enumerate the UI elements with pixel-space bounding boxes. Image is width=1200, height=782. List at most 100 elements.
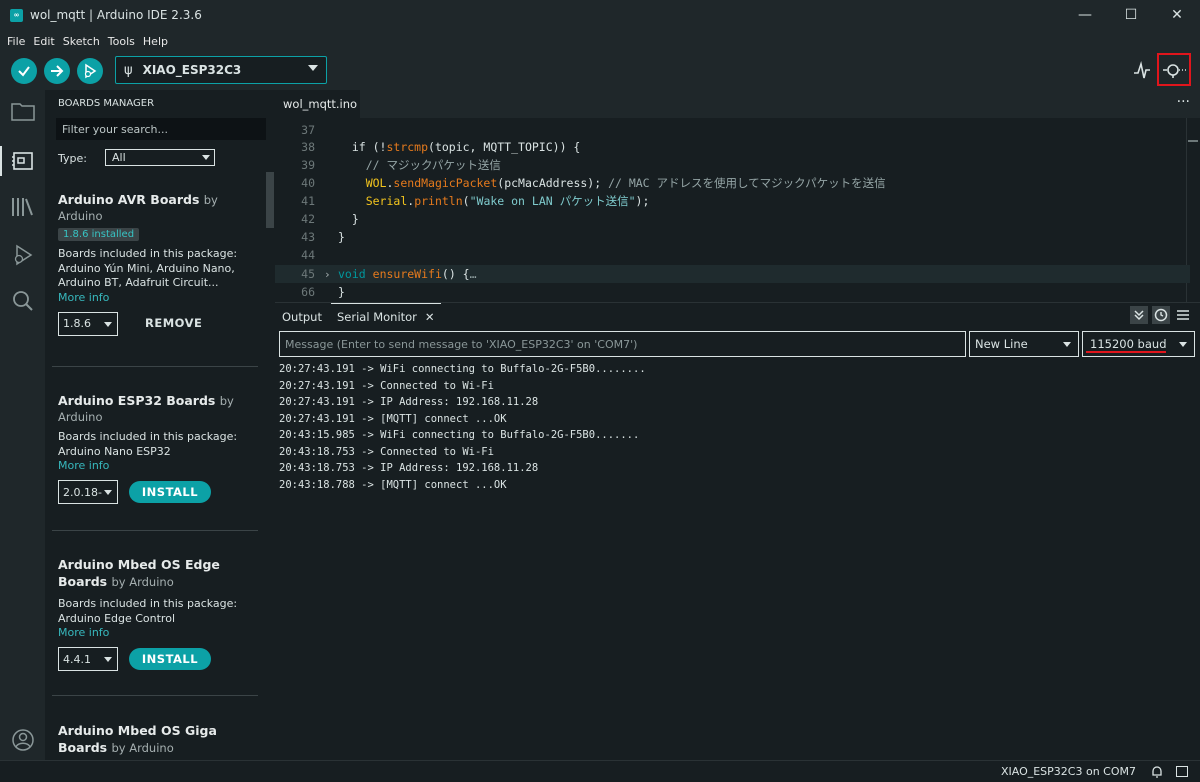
- code-editor[interactable]: 37 38 if (!strcmp(topic, MQTT_TOPIC)) {39…: [275, 118, 1200, 302]
- sketchbook-button[interactable]: [10, 98, 35, 123]
- library-manager-button[interactable]: [10, 194, 35, 219]
- window-title: wol_mqtt | Arduino IDE 2.3.6: [30, 8, 202, 22]
- sidebar-scrollbar[interactable]: [266, 172, 274, 228]
- serial-message-input[interactable]: Message (Enter to send message to 'XIAO_…: [279, 331, 966, 357]
- serial-line: 20:27:43.191 -> IP Address: 192.168.11.2…: [279, 396, 539, 408]
- serial-output: 20:27:43.191 -> WiFi connecting to Buffa…: [279, 361, 1189, 759]
- code-token: // マジックパケット送信: [338, 158, 501, 172]
- maximize-button[interactable]: ☐: [1108, 0, 1154, 30]
- chevron-down-icon: [1063, 342, 1071, 347]
- menu-sketch[interactable]: Sketch: [60, 35, 103, 48]
- install-button[interactable]: INSTALL: [129, 481, 211, 503]
- code-text: void ensureWifi() {…: [338, 267, 477, 281]
- code-token: …: [469, 267, 477, 281]
- tab-wol-mqtt[interactable]: wol_mqtt.ino: [275, 90, 360, 118]
- tab-output[interactable]: Output: [282, 303, 322, 330]
- serial-plotter-icon[interactable]: [1132, 61, 1152, 81]
- search-icon: [12, 290, 33, 311]
- close-icon[interactable]: ✕: [425, 310, 435, 324]
- menu-edit[interactable]: Edit: [30, 35, 57, 48]
- clear-output-button[interactable]: [1174, 306, 1192, 324]
- library-icon: [11, 197, 33, 216]
- menu-file[interactable]: File: [4, 35, 28, 48]
- more-actions-icon[interactable]: ···: [1177, 94, 1190, 110]
- code-token: ensureWifi: [372, 267, 442, 281]
- debugger-button[interactable]: [10, 242, 35, 267]
- code-token: }: [338, 212, 359, 226]
- code-token: sendMagicPacket: [393, 176, 498, 190]
- output-panel-tabs: Output Serial Monitor ✕: [275, 302, 1200, 329]
- serial-monitor-button[interactable]: [1157, 53, 1191, 86]
- code-token: void: [338, 267, 366, 281]
- code-line: 43}: [275, 228, 1190, 246]
- baud-rate-select[interactable]: 115200 baud: [1082, 331, 1195, 357]
- verify-button[interactable]: [11, 58, 37, 84]
- board-icon: [11, 151, 33, 170]
- board-card-avr: Arduino AVR Boards by Arduino 1.8.6 inst…: [58, 191, 258, 336]
- code-token: WOL: [365, 176, 387, 190]
- code-token: () {: [441, 267, 470, 281]
- code-line: 37: [275, 121, 1190, 139]
- version-select[interactable]: 2.0.18-: [58, 480, 118, 504]
- install-button[interactable]: INSTALL: [129, 648, 211, 670]
- toggle-panel-icon[interactable]: [1176, 766, 1188, 777]
- chevron-down-icon: [104, 321, 112, 327]
- code-token: "Wake on LAN パケット送信": [469, 194, 636, 208]
- line-number: 44: [301, 248, 315, 262]
- code-token: println: [414, 194, 463, 208]
- more-info-link[interactable]: More info: [58, 626, 258, 640]
- board-card-title: Arduino ESP32 Boards by: [58, 393, 234, 408]
- installed-badge: 1.8.6 installed: [58, 228, 140, 241]
- more-info-link[interactable]: More info: [58, 459, 258, 473]
- card-divider: [52, 366, 258, 367]
- remove-button[interactable]: REMOVE: [145, 316, 202, 330]
- boards-manager-button[interactable]: [10, 148, 35, 173]
- code-line: 38 if (!strcmp(topic, MQTT_TOPIC)) {: [275, 138, 1190, 156]
- editor-tab-bar: wol_mqtt.ino ···: [275, 90, 1200, 118]
- close-window-button[interactable]: ✕: [1154, 0, 1200, 30]
- board-search-input[interactable]: Filter your search...: [56, 118, 266, 140]
- bell-icon[interactable]: [1150, 765, 1164, 779]
- menu-bar: File Edit Sketch Tools Help: [0, 30, 1200, 52]
- board-card-desc: Boards included in this package: Arduino…: [58, 597, 238, 625]
- tab-serial-monitor[interactable]: Serial Monitor ✕: [331, 303, 441, 330]
- timestamp-toggle[interactable]: [1152, 306, 1170, 324]
- account-icon: [11, 728, 34, 751]
- code-token: (: [462, 194, 470, 208]
- board-selector[interactable]: ψ XIAO_ESP32C3: [115, 56, 327, 84]
- minimize-button[interactable]: —: [1062, 0, 1108, 30]
- line-ending-select[interactable]: New Line: [969, 331, 1079, 357]
- code-line: 41 Serial.println("Wake on LAN パケット送信");: [275, 192, 1190, 210]
- fold-chevron-icon[interactable]: ›: [324, 268, 331, 281]
- code-text: WOL.sendMagicPacket(pcMacAddress); // MA…: [338, 175, 886, 191]
- menu-tools[interactable]: Tools: [105, 35, 138, 48]
- board-card-author: Arduino: [58, 410, 103, 424]
- board-port-status[interactable]: XIAO_ESP32C3 on COM7: [1001, 765, 1136, 778]
- title-bar: ∞ wol_mqtt | Arduino IDE 2.3.6 — ☐ ✕: [0, 0, 1200, 30]
- active-indicator: [0, 146, 2, 176]
- code-line: 45 › void ensureWifi() {…: [275, 265, 1190, 283]
- account-button[interactable]: [10, 727, 35, 752]
- more-info-link[interactable]: More info: [58, 291, 258, 305]
- menu-help[interactable]: Help: [140, 35, 171, 48]
- line-number: 45: [301, 267, 315, 281]
- version-select[interactable]: 1.8.6: [58, 311, 118, 336]
- board-card-title: Arduino Mbed OS Edge Boards by Arduino: [58, 557, 220, 589]
- upload-button[interactable]: [44, 58, 70, 84]
- board-card-title: Arduino Mbed OS Giga Boards by Arduino: [58, 723, 217, 755]
- debug-button[interactable]: [77, 58, 103, 84]
- clear-lines-icon: [1177, 310, 1189, 320]
- toolbar: ψ XIAO_ESP32C3: [0, 52, 1200, 90]
- autoscroll-toggle[interactable]: [1130, 306, 1148, 324]
- code-token: if (!: [338, 140, 387, 154]
- folder-icon: [10, 102, 35, 121]
- line-number: 40: [301, 176, 315, 190]
- board-card-esp32: Arduino ESP32 Boards by Arduino Boards i…: [58, 392, 258, 504]
- search-button[interactable]: [10, 288, 35, 313]
- version-select[interactable]: 4.4.1: [58, 647, 118, 671]
- type-filter-select[interactable]: All: [105, 149, 215, 166]
- arrow-right-icon: [51, 65, 64, 77]
- code-token: (pcMacAddress);: [497, 176, 609, 190]
